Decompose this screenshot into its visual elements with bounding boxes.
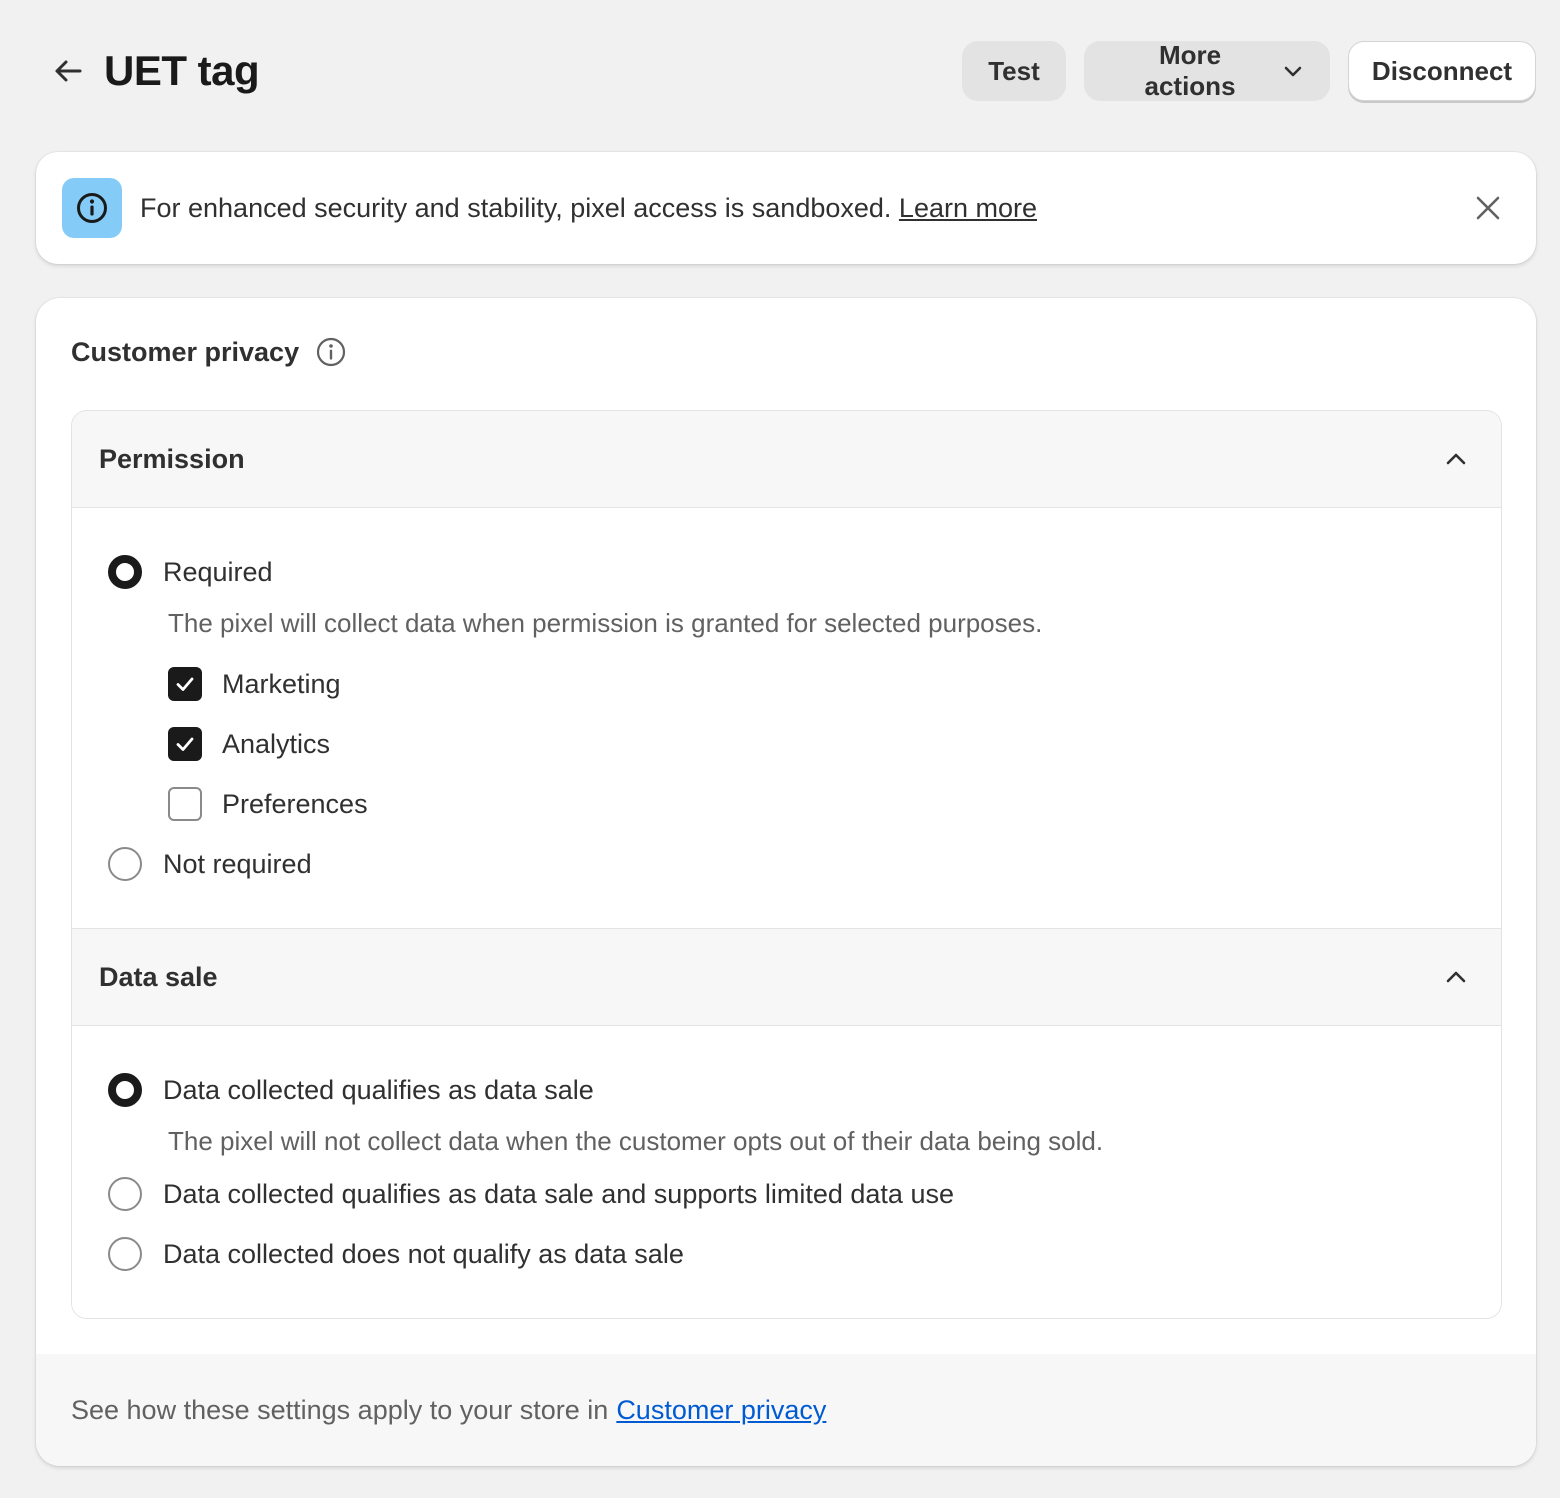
collapse-permission-toggle[interactable] (1438, 441, 1474, 477)
permission-option-not-required[interactable]: Not required (108, 844, 312, 884)
limited-use-label: Data collected qualifies as data sale an… (163, 1178, 954, 1209)
chevron-down-icon (1284, 66, 1302, 77)
preferences-checkbox[interactable] (168, 787, 202, 821)
banner-icon-container (62, 178, 122, 238)
banner-text: For enhanced security and stability, pix… (140, 192, 892, 223)
permission-option-required[interactable]: Required (108, 552, 273, 592)
limited-use-radio[interactable] (108, 1177, 142, 1211)
data-sale-section-header[interactable]: Data sale (72, 929, 1501, 1026)
purpose-analytics[interactable]: Analytics (168, 724, 330, 764)
not-required-label: Not required (163, 848, 312, 879)
back-button[interactable] (50, 53, 86, 89)
permission-section-header[interactable]: Permission (72, 411, 1501, 508)
data-sale-option-qualifies[interactable]: Data collected qualifies as data sale (108, 1070, 594, 1110)
learn-more-link[interactable]: Learn more (899, 193, 1037, 223)
dismiss-banner-button[interactable] (1466, 186, 1510, 230)
qualifies-radio[interactable] (108, 1073, 142, 1107)
data-sale-section-title: Data sale (99, 961, 218, 992)
analytics-checkbox[interactable] (168, 727, 202, 761)
purpose-preferences[interactable]: Preferences (168, 784, 368, 824)
customer-privacy-link[interactable]: Customer privacy (616, 1395, 826, 1426)
disconnect-button[interactable]: Disconnect (1348, 41, 1536, 101)
chevron-up-icon (1446, 971, 1466, 983)
not-qualify-label: Data collected does not qualify as data … (163, 1238, 684, 1269)
test-button[interactable]: Test (962, 41, 1066, 101)
privacy-sections: Permission Required The pixel will colle… (71, 410, 1502, 1319)
required-help-text: The pixel will collect data when permiss… (168, 608, 1043, 638)
close-icon (1476, 196, 1500, 220)
required-radio[interactable] (108, 555, 142, 589)
permission-section-title: Permission (99, 443, 245, 474)
preferences-label: Preferences (222, 788, 368, 819)
info-outline-icon (316, 337, 346, 367)
footer-text: See how these settings apply to your sto… (71, 1394, 609, 1425)
page-header: UET tag Test More actions Disconnect (50, 40, 1536, 102)
data-sale-option-not-qualify[interactable]: Data collected does not qualify as data … (108, 1234, 684, 1274)
arrow-left-icon (55, 60, 82, 82)
more-actions-label: More actions (1144, 40, 1236, 101)
card-title: Customer privacy (71, 336, 300, 367)
customer-privacy-info-button[interactable] (315, 336, 347, 368)
page-title: UET tag (104, 47, 260, 94)
qualifies-help-text: The pixel will not collect data when the… (168, 1126, 1104, 1156)
more-actions-button[interactable]: More actions (1084, 40, 1330, 101)
not-qualify-radio[interactable] (108, 1237, 142, 1271)
sandbox-info-banner: For enhanced security and stability, pix… (36, 152, 1536, 264)
info-icon (77, 193, 107, 223)
checkmark-icon (176, 737, 194, 751)
marketing-checkbox[interactable] (168, 667, 202, 701)
data-sale-section-body: Data collected qualifies as data sale Th… (72, 1026, 1501, 1318)
chevron-up-icon (1446, 453, 1466, 465)
qualifies-label: Data collected qualifies as data sale (163, 1074, 594, 1105)
data-sale-option-limited-use[interactable]: Data collected qualifies as data sale an… (108, 1174, 954, 1214)
banner-message: For enhanced security and stability, pix… (140, 193, 1037, 224)
not-required-radio[interactable] (108, 847, 142, 881)
analytics-label: Analytics (222, 728, 331, 759)
required-label: Required (163, 556, 273, 587)
header-actions: Test More actions Disconnect (962, 40, 1536, 101)
customer-privacy-card: Customer privacy Permission Required The… (36, 298, 1536, 1466)
marketing-label: Marketing (222, 668, 341, 699)
purpose-marketing[interactable]: Marketing (168, 664, 341, 704)
permission-section-body: Required The pixel will collect data whe… (72, 508, 1501, 929)
checkmark-icon (176, 677, 194, 691)
card-footer: See how these settings apply to your sto… (36, 1354, 1536, 1466)
collapse-data-sale-toggle[interactable] (1438, 959, 1474, 995)
card-heading: Customer privacy (71, 336, 347, 368)
